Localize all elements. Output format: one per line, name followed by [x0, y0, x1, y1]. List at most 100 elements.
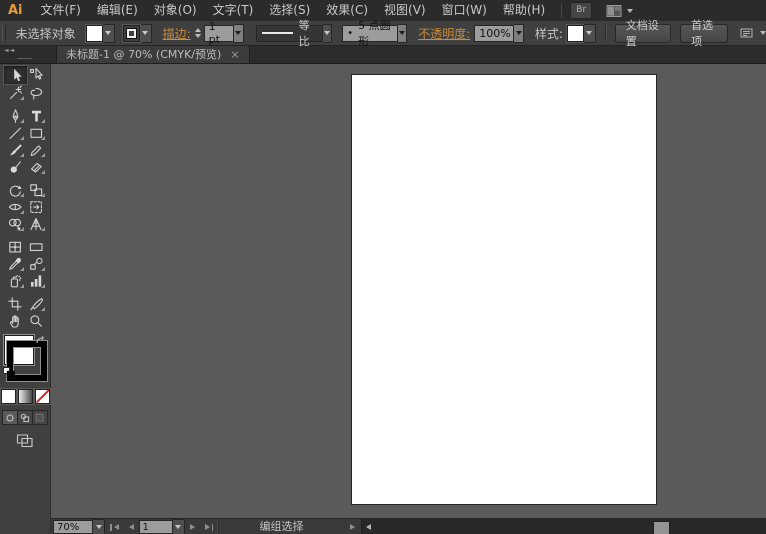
dropdown-arrow-icon: [96, 525, 102, 529]
tool-free-transform[interactable]: [25, 199, 46, 215]
document-tab-title: 未标题-1 @ 70% (CMYK/预览): [66, 46, 221, 62]
tool-width[interactable]: [4, 199, 25, 215]
status-menu-button[interactable]: [344, 524, 361, 530]
fill-swatch-group: [86, 24, 115, 43]
tool-type[interactable]: [25, 108, 46, 124]
tool-hand[interactable]: [4, 313, 25, 329]
opacity-panel-link[interactable]: 不透明度:: [418, 25, 470, 42]
scroll-left-button[interactable]: [362, 519, 375, 534]
tool-column-graph[interactable]: [25, 273, 46, 289]
stepper-up-icon: [195, 28, 201, 32]
last-artboard-button[interactable]: [200, 524, 219, 531]
previous-artboard-button[interactable]: [124, 524, 139, 530]
stroke-weight-input[interactable]: 1 pt: [204, 25, 234, 42]
stroke-color-swatch[interactable]: [123, 25, 140, 42]
tools-panel-grip[interactable]: [17, 58, 32, 62]
stroke-weight-stepper[interactable]: [195, 28, 201, 38]
gradient-button[interactable]: [18, 389, 33, 404]
tool-lasso[interactable]: [25, 85, 46, 101]
previous-icon: [129, 524, 134, 530]
tool-perspective-grid[interactable]: [25, 216, 46, 232]
tool-direct-selection[interactable]: [25, 66, 46, 82]
last-icon: [205, 524, 210, 530]
control-bar-grip[interactable]: [2, 25, 6, 41]
none-button[interactable]: [35, 389, 50, 404]
stroke-dropdown-button[interactable]: [140, 24, 152, 43]
screen-mode-icon: [16, 433, 34, 448]
tool-rectangle[interactable]: [25, 125, 46, 141]
tool-symbol-sprayer[interactable]: [4, 273, 25, 289]
tool-mesh[interactable]: [4, 239, 25, 255]
drawing-mode-buttons: [0, 410, 50, 425]
tool-magic-wand[interactable]: [4, 85, 25, 101]
draw-normal-button[interactable]: [2, 410, 18, 425]
horizontal-scrollbar[interactable]: [361, 519, 766, 534]
menu-window[interactable]: 窗口(W): [434, 0, 495, 21]
panel-collapse-icon[interactable]: ◄◄: [4, 47, 15, 54]
menu-edit[interactable]: 编辑(E): [89, 0, 146, 21]
brush-dot-icon: •: [347, 28, 353, 39]
document-tab[interactable]: 未标题-1 @ 70% (CMYK/预览) ×: [56, 45, 250, 63]
artboard[interactable]: [352, 75, 656, 504]
tool-scale[interactable]: [25, 182, 46, 198]
zoom-dropdown[interactable]: [93, 519, 105, 534]
menubar-divider: [561, 4, 562, 17]
stroke-weight-dropdown[interactable]: [234, 24, 244, 43]
tool-paintbrush[interactable]: [4, 142, 25, 158]
width-profile-dropdown[interactable]: [323, 24, 333, 43]
tool-pen[interactable]: [4, 108, 25, 124]
artboard-dropdown[interactable]: [173, 519, 185, 534]
workspace-switcher[interactable]: [606, 4, 633, 18]
tab-close-icon[interactable]: ×: [230, 49, 239, 60]
menu-help[interactable]: 帮助(H): [495, 0, 553, 21]
selection-status-label: 未选择对象: [16, 25, 76, 42]
tool-rotate[interactable]: [4, 182, 25, 198]
tool-pencil[interactable]: [25, 142, 46, 158]
tool-blend[interactable]: [25, 256, 46, 272]
document-setup-button[interactable]: 文档设置: [615, 24, 671, 43]
scrollbar-thumb[interactable]: [653, 521, 670, 534]
opacity-input[interactable]: 100%: [474, 25, 514, 42]
tool-gradient[interactable]: [25, 239, 46, 255]
opacity-dropdown[interactable]: [514, 24, 524, 43]
tool-artboard[interactable]: [4, 296, 25, 312]
screen-mode-button[interactable]: [0, 433, 50, 448]
swap-fill-stroke-icon[interactable]: [35, 335, 47, 349]
next-artboard-button[interactable]: [185, 524, 200, 530]
brush-dropdown[interactable]: [398, 24, 408, 43]
style-swatch[interactable]: [567, 25, 584, 42]
first-artboard-button[interactable]: [105, 524, 124, 531]
workspace-caret-icon: [627, 9, 633, 13]
style-swatch-group: [567, 24, 596, 43]
menu-type[interactable]: 文字(T): [205, 0, 262, 21]
tool-shape-builder[interactable]: [4, 216, 25, 232]
tool-eyedropper[interactable]: [4, 256, 25, 272]
stroke-panel-link[interactable]: 描边:: [163, 25, 191, 42]
dropdown-arrow-icon: [142, 31, 148, 35]
tool-zoom[interactable]: [25, 313, 46, 329]
draw-inside-icon: [35, 413, 45, 423]
style-dropdown[interactable]: [584, 24, 596, 43]
tool-slice[interactable]: [25, 296, 46, 312]
fill-dropdown-button[interactable]: [103, 24, 115, 43]
zoom-level-input[interactable]: 70%: [53, 520, 93, 534]
color-button[interactable]: [1, 389, 16, 404]
menu-file[interactable]: 文件(F): [33, 0, 89, 21]
width-profile-preview[interactable]: 等比: [256, 25, 323, 42]
app-logo: Ai: [8, 3, 23, 18]
tool-eraser[interactable]: [25, 159, 46, 175]
control-panel-menu[interactable]: [740, 28, 766, 39]
artboard-number-input[interactable]: 1: [139, 520, 173, 534]
brush-definition-field[interactable]: • 5 点圆形: [342, 25, 397, 42]
draw-behind-button[interactable]: [18, 410, 33, 425]
draw-inside-button[interactable]: [33, 410, 48, 425]
tool-line-segment[interactable]: [4, 125, 25, 141]
canvas-pasteboard[interactable]: [50, 63, 766, 518]
fill-color-swatch[interactable]: [86, 25, 103, 42]
default-fill-stroke-icon[interactable]: [3, 367, 15, 382]
preferences-button[interactable]: 首选项: [680, 24, 728, 43]
scroll-left-icon: [366, 524, 371, 530]
menu-object[interactable]: 对象(O): [146, 0, 205, 21]
bridge-button[interactable]: Br: [570, 2, 592, 19]
tool-blob-brush[interactable]: [4, 159, 25, 175]
